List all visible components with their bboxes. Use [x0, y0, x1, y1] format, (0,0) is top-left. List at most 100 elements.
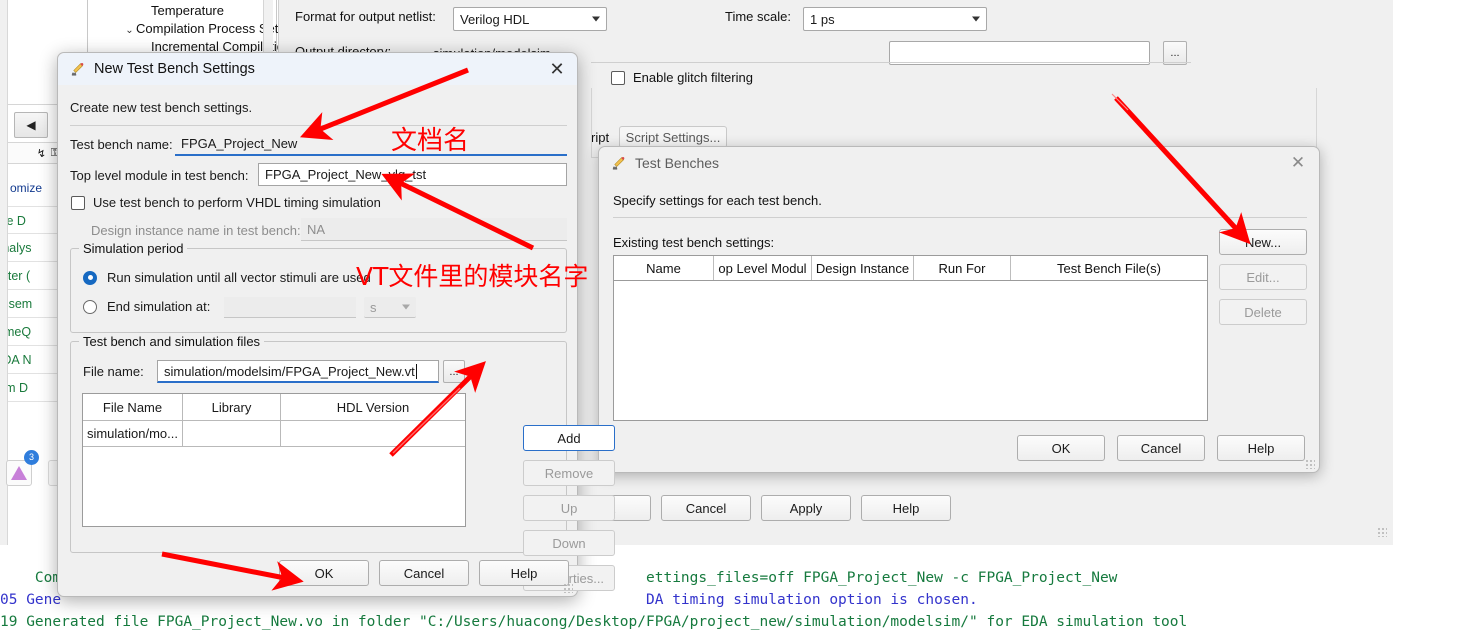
new-test-bench-divider [70, 125, 567, 126]
simulation-period-legend: Simulation period [79, 241, 188, 256]
table-header-row: Name op Level Modul Design Instance Run … [614, 256, 1207, 281]
pencil-icon [70, 62, 85, 77]
cell-library [183, 421, 281, 446]
end-simulation-radio[interactable] [83, 299, 97, 314]
end-simulation-row[interactable]: End simulation at: [83, 299, 210, 314]
table-row[interactable]: simulation/mo... [83, 421, 465, 447]
table-header-row: File Name Library HDL Version [83, 394, 465, 421]
close-icon[interactable]: ✕ [545, 59, 569, 80]
test-benches-titlebar[interactable]: Test Benches ✕ [599, 147, 1319, 179]
test-benches-help-button[interactable]: Help [1217, 435, 1305, 461]
time-scale-label: Time scale: [725, 9, 791, 24]
column-header-top-level-module[interactable]: op Level Modul [714, 256, 812, 280]
enable-glitch-filtering-checkbox[interactable] [611, 70, 625, 85]
warning-triangle-icon [11, 466, 27, 480]
run-until-stimuli-radio[interactable] [83, 270, 97, 285]
enable-glitch-filtering-label: Enable glitch filtering [633, 70, 753, 85]
settings-divider [591, 62, 1191, 63]
test-bench-name-input[interactable]: FPGA_Project_New [175, 133, 567, 156]
test-bench-files-legend: Test bench and simulation files [79, 334, 265, 349]
notification-area[interactable]: 3 [2, 450, 46, 488]
test-benches-subtitle: Specify settings for each test bench. [613, 193, 822, 208]
vhdl-timing-sim-checkbox[interactable] [71, 195, 85, 210]
cell-file-name: simulation/mo... [83, 421, 183, 446]
tree-item-temperature[interactable]: Temperature [109, 2, 277, 20]
chevron-down-icon [592, 16, 600, 22]
new-test-bench-cancel-button[interactable]: Cancel [379, 560, 469, 586]
design-instance-label: Design instance name in test bench: [91, 223, 301, 238]
new-test-bench-subtitle: Create new test bench settings. [70, 100, 253, 115]
file-name-label: File name: [83, 364, 144, 379]
test-benches-ok-button[interactable]: OK [1017, 435, 1105, 461]
existing-test-benches-table[interactable]: Name op Level Modul Design Instance Run … [613, 255, 1208, 421]
test-bench-name-label: Test bench name: [70, 137, 173, 152]
close-icon[interactable]: ✕ [1287, 153, 1309, 173]
test-benches-cancel-button[interactable]: Cancel [1117, 435, 1205, 461]
enable-glitch-filtering-row[interactable]: Enable glitch filtering [611, 70, 753, 85]
end-simulation-unit-value: s [370, 299, 377, 315]
file-name-input[interactable]: simulation/modelsim/FPGA_Project_New.vt [157, 360, 439, 383]
column-header-design-instance[interactable]: Design Instance [812, 256, 914, 280]
edit-test-bench-button[interactable]: Edit... [1219, 264, 1307, 290]
move-down-button[interactable]: Down [523, 530, 615, 556]
collapse-left-icon: ◀ [26, 118, 36, 132]
end-simulation-value-input [224, 297, 356, 318]
settings-apply-button[interactable]: Apply [761, 495, 851, 521]
cell-hdl-version [281, 421, 465, 446]
end-simulation-label: End simulation at: [107, 299, 211, 314]
chevron-down-icon [402, 304, 410, 310]
test-benches-resize-grip[interactable] [1305, 459, 1315, 469]
column-header-run-for[interactable]: Run For [914, 256, 1011, 280]
new-test-bench-help-button[interactable]: Help [479, 560, 569, 586]
delete-test-bench-button[interactable]: Delete [1219, 299, 1307, 325]
new-test-bench-button[interactable]: New... [1219, 229, 1307, 255]
tree-item-compilation-process-settings[interactable]: ⌄ Compilation Process Settings [109, 20, 306, 40]
new-test-bench-resize-grip[interactable] [563, 583, 573, 593]
column-header-file-name[interactable]: File Name [83, 394, 183, 420]
file-name-browse-button[interactable]: ... [443, 360, 465, 383]
test-benches-dialog: Test Benches ✕ Specify settings for each… [598, 146, 1320, 473]
file-name-value: simulation/modelsim/FPGA_Project_New.vt [164, 363, 415, 379]
new-test-bench-titlebar[interactable]: New Test Bench Settings ✕ [58, 53, 577, 85]
existing-test-bench-settings-label: Existing test bench settings: [613, 235, 775, 250]
collapse-panel-button[interactable]: ◀ [14, 112, 48, 138]
new-test-bench-settings-dialog: New Test Bench Settings ✕ Create new tes… [57, 52, 615, 597]
end-simulation-unit-combo: s [364, 297, 416, 318]
column-header-hdl-version[interactable]: HDL Version [281, 394, 465, 420]
run-until-stimuli-row[interactable]: Run simulation until all vector stimuli … [83, 270, 371, 285]
pencil-icon [611, 156, 626, 171]
settings-help-button[interactable]: Help [861, 495, 951, 521]
window-left-edge [0, 0, 8, 632]
format-output-netlist-label: Format for output netlist: [295, 9, 436, 24]
test-bench-files-table[interactable]: File Name Library HDL Version simulation… [82, 393, 466, 527]
vhdl-timing-sim-label: Use test bench to perform VHDL timing si… [93, 195, 381, 210]
design-instance-input: NA [301, 218, 567, 241]
format-output-netlist-combo[interactable]: Verilog HDL [453, 7, 607, 31]
run-until-stimuli-label: Run simulation until all vector stimuli … [107, 270, 371, 285]
format-output-netlist-value: Verilog HDL [460, 11, 530, 27]
column-header-name[interactable]: Name [614, 256, 714, 280]
test-bench-files-group: Test bench and simulation files File nam… [70, 334, 615, 591]
remove-file-button[interactable]: Remove [523, 460, 615, 486]
pin-icon[interactable]: ↯ [37, 147, 46, 160]
new-test-bench-ok-button[interactable]: OK [279, 560, 369, 586]
test-benches-divider [613, 217, 1307, 218]
settings-cancel-button[interactable]: Cancel [661, 495, 751, 521]
time-scale-value: 1 ps [810, 11, 835, 27]
chevron-down-icon[interactable]: ⌄ [123, 22, 136, 40]
time-scale-combo[interactable]: 1 ps [803, 7, 987, 31]
vhdl-timing-sim-row[interactable]: Use test bench to perform VHDL timing si… [71, 195, 381, 210]
chevron-down-icon [972, 16, 980, 22]
top-level-module-input[interactable]: FPGA_Project_New_vlg_tst [258, 163, 567, 186]
move-up-button[interactable]: Up [523, 495, 615, 521]
notification-badge: 3 [24, 450, 39, 465]
top-level-module-label: Top level module in test bench: [70, 168, 249, 183]
add-file-button[interactable]: Add [523, 425, 615, 451]
column-header-test-bench-files[interactable]: Test Bench File(s) [1011, 256, 1207, 280]
column-header-library[interactable]: Library [183, 394, 281, 420]
simulation-period-group: Simulation period Run simulation until a… [70, 241, 567, 333]
console-line-3: 19 Generated file FPGA_Project_New.vo in… [0, 614, 1188, 630]
text-caret [415, 363, 417, 379]
settings-resize-grip[interactable] [1377, 527, 1387, 537]
new-test-bench-title: New Test Bench Settings [94, 61, 255, 77]
